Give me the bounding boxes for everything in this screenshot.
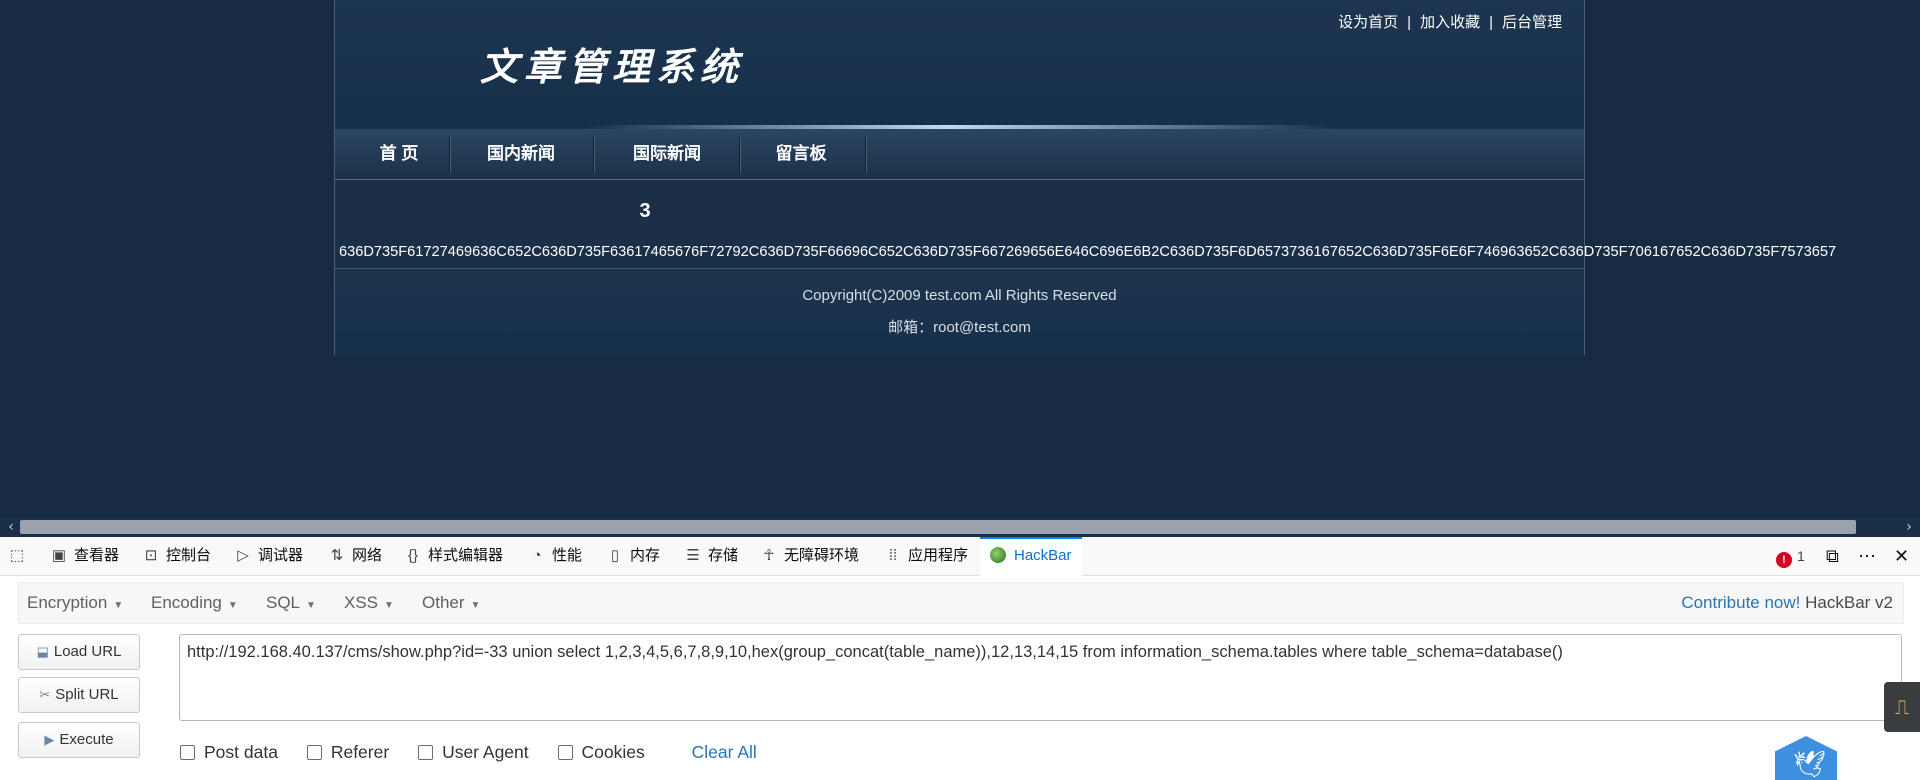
set-homepage-link[interactable]: 设为首页 bbox=[1338, 14, 1398, 31]
chevron-down-icon: ▼ bbox=[227, 600, 238, 611]
nav-divider bbox=[593, 137, 594, 173]
chevron-down-icon: ▼ bbox=[384, 600, 394, 611]
clear-all-link[interactable]: Clear All bbox=[692, 742, 757, 763]
menu-other[interactable]: Other ▼ bbox=[422, 583, 480, 623]
contribute-area: Contribute now! HackBar v2 bbox=[1681, 583, 1893, 623]
menu-encoding[interactable]: Encoding ▼ bbox=[151, 583, 238, 623]
main-nav: 首 页 国内新闻 国际新闻 留言板 bbox=[335, 129, 1584, 180]
split-url-button[interactable]: ✂ Split URL bbox=[18, 677, 140, 713]
network-icon: ⇅ bbox=[330, 547, 344, 564]
dock-icon[interactable]: ⧉ bbox=[1826, 537, 1839, 575]
link-separator: | bbox=[1489, 14, 1493, 31]
more-icon[interactable]: ⋯ bbox=[1858, 537, 1876, 575]
hackbar-menubar: Encryption ▼ Encoding ▼ SQL ▼ XSS ▼ Other ▼ C… bbox=[18, 582, 1904, 624]
devtools-toolbar: ⬚ ▣ 查看器 ⊡ 控制台 ▷ 调试器 ⇅ 网络 {} 样式编辑器 ◔ 性能 ▯ 内存 ☰ 存储… bbox=[0, 537, 1920, 577]
hackbar-version: HackBar v2 bbox=[1805, 593, 1893, 612]
tab-memory[interactable]: ▯ 内存 bbox=[606, 537, 660, 575]
menu-encryption[interactable]: Encryption ▼ bbox=[27, 583, 123, 623]
add-favorite-link[interactable]: 加入收藏 bbox=[1420, 14, 1480, 31]
horizontal-scrollbar[interactable]: ‹ › bbox=[0, 517, 1920, 537]
scrollbar-thumb[interactable] bbox=[20, 520, 1856, 534]
apps-icon: ⁞⁞ bbox=[888, 547, 898, 564]
tab-console[interactable]: ⊡ 控制台 bbox=[142, 537, 211, 575]
browser-viewport: 文章管理系统 设为首页 | 加入收藏 | 后台管理 首 页 国内新闻 国际新闻 留言板 … bbox=[0, 0, 1920, 517]
hex-output-text: 636D735F61727469636C652C636D735F63617465… bbox=[339, 244, 1837, 260]
nav-international-news[interactable]: 国际新闻 bbox=[595, 129, 739, 179]
site-header: 文章管理系统 设为首页 | 加入收藏 | 后台管理 bbox=[335, 0, 1584, 128]
copyright-text: Copyright(C)2009 test.com All Rights Res… bbox=[802, 287, 1117, 304]
side-panel-handle-icon[interactable]: ⎍ bbox=[1884, 682, 1920, 732]
close-icon[interactable]: ✕ bbox=[1894, 537, 1909, 575]
menu-xss[interactable]: XSS ▼ bbox=[344, 583, 394, 623]
cookies-checkbox[interactable]: Cookies bbox=[557, 742, 645, 763]
devtools-panel: ⬚ ▣ 查看器 ⊡ 控制台 ▷ 调试器 ⇅ 网络 {} 样式编辑器 ◔ 性能 ▯ 内存 ☰ 存储… bbox=[0, 537, 1920, 780]
user-agent-checkbox[interactable]: User Agent bbox=[418, 742, 529, 763]
post-data-checkbox[interactable]: Post data bbox=[180, 742, 278, 763]
admin-link[interactable]: 后台管理 bbox=[1502, 14, 1562, 31]
load-icon: ⬓ bbox=[36, 644, 49, 659]
referer-checkbox[interactable]: Referer bbox=[306, 742, 389, 763]
scroll-left-icon[interactable]: ‹ bbox=[2, 517, 20, 537]
nav-divider bbox=[449, 137, 450, 173]
tab-hackbar[interactable]: HackBar bbox=[980, 537, 1082, 577]
contribute-link[interactable]: Contribute now! bbox=[1681, 593, 1800, 612]
content-number: 3 bbox=[639, 200, 651, 222]
link-separator: | bbox=[1407, 14, 1412, 31]
storage-icon: ☰ bbox=[686, 547, 700, 564]
memory-icon: ▯ bbox=[610, 547, 620, 564]
performance-icon: ◔ bbox=[532, 547, 542, 564]
accessibility-icon: ☥ bbox=[763, 547, 775, 564]
tab-inspector[interactable]: ▣ 查看器 bbox=[50, 537, 119, 575]
load-url-button[interactable]: ⬓ Load URL bbox=[18, 634, 140, 670]
site-footer: Copyright(C)2009 test.com All Rights Res… bbox=[335, 268, 1584, 356]
chevron-down-icon: ▼ bbox=[113, 600, 124, 611]
nav-divider bbox=[739, 137, 740, 173]
execute-button[interactable]: ▶ Execute bbox=[18, 722, 140, 758]
cms-site: 文章管理系统 设为首页 | 加入收藏 | 后台管理 首 页 国内新闻 国际新闻 留言板 … bbox=[334, 0, 1585, 356]
tab-storage[interactable]: ☰ 存储 bbox=[684, 537, 738, 575]
error-icon: ! bbox=[1776, 552, 1792, 568]
request-options: Post data Referer User Agent Cookies Cle… bbox=[180, 742, 757, 766]
site-logo: 文章管理系统 bbox=[480, 44, 745, 89]
nav-domestic-news[interactable]: 国内新闻 bbox=[451, 129, 591, 179]
hackbar-icon bbox=[990, 547, 1006, 563]
tab-debugger[interactable]: ▷ 调试器 bbox=[234, 537, 303, 575]
chevron-down-icon: ▼ bbox=[306, 600, 316, 611]
chevron-down-icon: ▼ bbox=[470, 600, 481, 611]
debugger-icon: ▷ bbox=[237, 547, 249, 564]
url-input[interactable]: http://192.168.40.137/cms/show.php?id=-3… bbox=[179, 634, 1902, 721]
top-links: 设为首页 | 加入收藏 | 后台管理 bbox=[1338, 11, 1562, 32]
tab-performance[interactable]: ◔ 性能 bbox=[528, 537, 582, 575]
scissors-icon: ✂ bbox=[39, 687, 51, 702]
play-icon: ▶ bbox=[44, 732, 55, 747]
nav-divider bbox=[865, 137, 866, 173]
pick-element-icon[interactable]: ⬚ bbox=[8, 537, 32, 575]
error-count[interactable]: ! 1 bbox=[1776, 537, 1805, 575]
console-icon: ⊡ bbox=[144, 547, 158, 564]
tab-application[interactable]: ⁞⁞ 应用程序 bbox=[884, 537, 968, 575]
tab-accessibility[interactable]: ☥ 无障碍环境 bbox=[760, 537, 859, 575]
nav-message-board[interactable]: 留言板 bbox=[741, 129, 861, 179]
inspector-icon: ▣ bbox=[51, 547, 67, 564]
tab-network[interactable]: ⇅ 网络 bbox=[328, 537, 382, 575]
email-text: 邮箱：root@test.com bbox=[888, 319, 1031, 336]
bird-badge-icon[interactable]: 🕊 bbox=[1775, 736, 1837, 780]
style-editor-icon: {} bbox=[407, 547, 419, 564]
scroll-right-icon[interactable]: › bbox=[1900, 517, 1918, 537]
menu-sql[interactable]: SQL ▼ bbox=[266, 583, 316, 623]
nav-home[interactable]: 首 页 bbox=[353, 129, 445, 179]
tab-style-editor[interactable]: {} 样式编辑器 bbox=[404, 537, 503, 575]
